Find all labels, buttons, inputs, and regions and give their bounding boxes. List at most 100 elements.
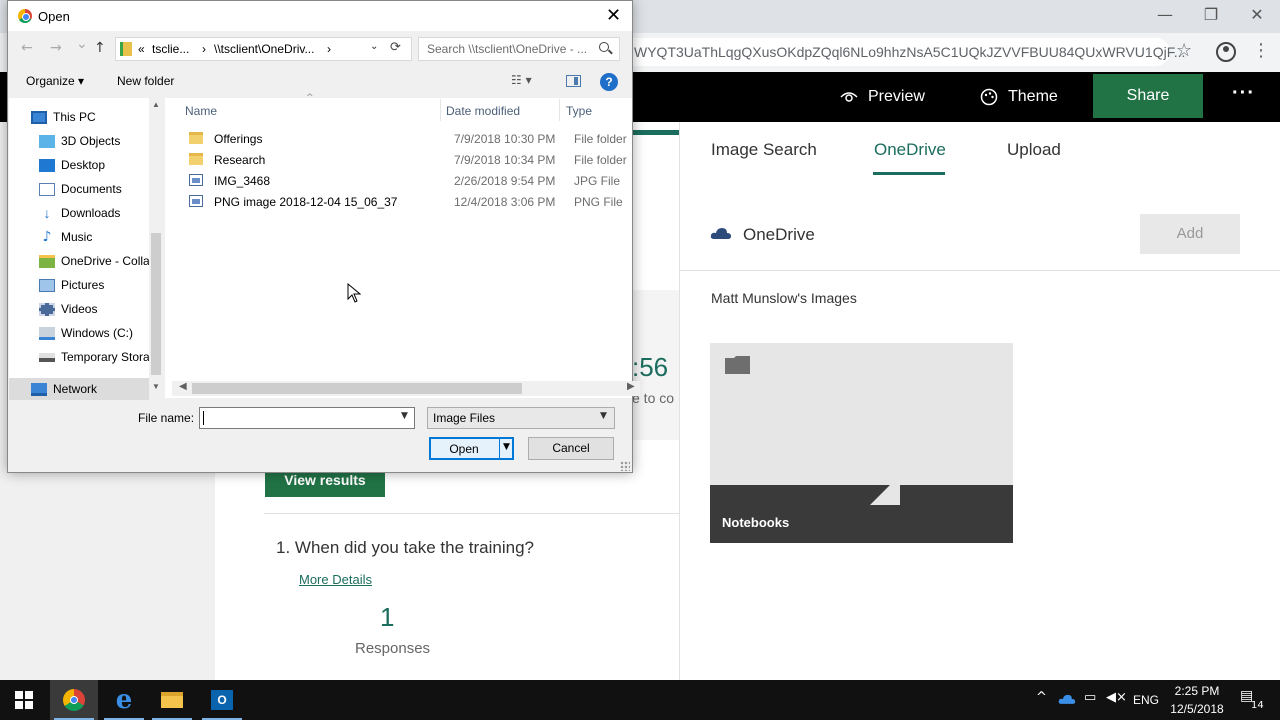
- preview-button[interactable]: Preview: [840, 88, 925, 106]
- clock-time[interactable]: 2:25 PM: [1162, 684, 1232, 698]
- resize-grip-icon[interactable]: [620, 461, 630, 471]
- profile-icon[interactable]: [1216, 42, 1236, 62]
- more-details-link[interactable]: More Details: [299, 572, 372, 587]
- minimize-icon[interactable]: —: [1150, 4, 1180, 26]
- chevron-down-icon[interactable]: ▼: [401, 411, 408, 421]
- chevron-down-icon[interactable]: ⌄: [370, 41, 378, 52]
- scroll-left-icon[interactable]: ◀: [179, 381, 187, 392]
- back-icon[interactable]: ←: [21, 40, 33, 56]
- volume-muted-icon[interactable]: ◀×: [1106, 690, 1127, 705]
- active-tab-underline: [873, 172, 945, 175]
- bookmark-star-icon[interactable]: ☆: [1176, 40, 1192, 61]
- text-cursor: [203, 411, 204, 425]
- theme-button[interactable]: Theme: [980, 88, 1058, 106]
- onedrive-source-label: OneDrive: [743, 225, 815, 244]
- music-note-icon: ♪: [42, 228, 52, 245]
- file-row[interactable]: Offerings 7/9/2018 10:30 PM File folder: [186, 129, 632, 150]
- file-type: JPG File: [574, 174, 621, 188]
- column-separator[interactable]: [559, 99, 560, 121]
- chevron-down-icon[interactable]: ▼: [503, 442, 510, 452]
- taskbar-edge[interactable]: e: [100, 680, 148, 720]
- cube-icon: [39, 134, 55, 148]
- images-heading: Matt Munslow's Images: [711, 290, 857, 306]
- start-button[interactable]: [0, 680, 48, 720]
- notebooks-folder-tile[interactable]: [710, 343, 1013, 543]
- column-separator[interactable]: [440, 99, 441, 121]
- nav-item-label: Videos: [61, 302, 98, 316]
- file-type-filter[interactable]: Image Files ▼: [427, 407, 615, 429]
- scroll-up-icon[interactable]: ▲: [152, 100, 160, 109]
- taskbar-outlook[interactable]: O: [198, 680, 246, 720]
- breadcrumb-separator[interactable]: ›: [327, 42, 331, 56]
- close-window-icon[interactable]: ✕: [1242, 4, 1272, 26]
- add-button[interactable]: Add: [1140, 214, 1240, 254]
- file-list-horizontal-scrollbar[interactable]: ◀ ▶: [172, 381, 640, 396]
- tab-upload[interactable]: Upload: [1007, 140, 1061, 160]
- taskbar-file-explorer[interactable]: [148, 680, 196, 720]
- taskbar-chrome[interactable]: [50, 680, 98, 720]
- close-icon[interactable]: ✕: [606, 5, 621, 26]
- column-header-name[interactable]: Name: [185, 104, 217, 118]
- file-date: 2/26/2018 9:54 PM: [454, 174, 556, 188]
- removable-drive-icon: [39, 352, 55, 362]
- tab-onedrive[interactable]: OneDrive: [874, 140, 946, 160]
- preview-pane-icon[interactable]: [566, 75, 581, 87]
- scroll-down-icon[interactable]: ▼: [152, 382, 160, 391]
- up-folder-icon[interactable]: ↑: [94, 40, 106, 56]
- responses-label: Responses: [355, 640, 431, 657]
- scrollbar-thumb[interactable]: [151, 233, 161, 375]
- split-divider: [499, 439, 500, 458]
- recent-locations-icon[interactable]: ⌄: [76, 36, 88, 52]
- file-type: File folder: [574, 132, 627, 146]
- breadcrumb-separator[interactable]: ›: [202, 42, 206, 56]
- chevron-up-icon[interactable]: ^: [1036, 690, 1047, 705]
- file-row[interactable]: PNG image 2018-12-04 15_06_37 12/4/2018 …: [186, 192, 632, 213]
- computer-icon: [31, 110, 47, 124]
- pictures-icon: [39, 278, 55, 292]
- file-name: IMG_3468: [214, 174, 271, 188]
- file-row[interactable]: Research 7/9/2018 10:34 PM File folder: [186, 150, 632, 171]
- file-date: 7/9/2018 10:34 PM: [454, 153, 556, 167]
- help-icon[interactable]: ?: [600, 73, 618, 91]
- column-header-date[interactable]: Date modified: [446, 104, 520, 118]
- cancel-button[interactable]: Cancel: [528, 437, 614, 460]
- clock-date[interactable]: 12/5/2018: [1162, 702, 1232, 716]
- notebooks-tile-label: Notebooks: [722, 515, 790, 530]
- forward-icon[interactable]: →: [50, 40, 62, 56]
- search-input[interactable]: Search \\tsclient\OneDrive - ...: [418, 37, 620, 61]
- breadcrumb-segment[interactable]: \\tsclient\OneDriv...: [214, 42, 314, 56]
- maximize-icon[interactable]: ❐: [1196, 4, 1226, 26]
- tab-image-search[interactable]: Image Search: [711, 140, 817, 160]
- file-name-input[interactable]: [199, 407, 415, 429]
- file-type: File folder: [574, 153, 627, 167]
- network-tray-icon[interactable]: ▭: [1084, 690, 1096, 705]
- new-folder-button[interactable]: New folder: [117, 74, 174, 88]
- onedrive-tray-icon[interactable]: [1058, 693, 1076, 705]
- breadcrumb-segment[interactable]: tsclie...: [152, 42, 189, 56]
- language-indicator[interactable]: ENG: [1133, 693, 1159, 707]
- refresh-icon[interactable]: ⟳: [390, 40, 401, 55]
- scrollbar-thumb[interactable]: [192, 383, 522, 394]
- browser-menu-icon[interactable]: ⋮: [1252, 40, 1270, 61]
- dialog-title: Open: [38, 9, 70, 24]
- breadcrumb-overflow[interactable]: «: [138, 42, 145, 56]
- open-button[interactable]: Open ▼: [429, 437, 514, 460]
- address-path-box[interactable]: « tsclie... › \\tsclient\OneDriv... › ⌄ …: [115, 37, 412, 61]
- share-button[interactable]: Share: [1093, 74, 1203, 118]
- eye-icon: [840, 92, 858, 102]
- url-text[interactable]: WYQT3UaThLqgQXusOKdpZQql6NLo9hhzNsA5C1UQ…: [634, 44, 1185, 60]
- desktop-icon: [39, 158, 55, 172]
- column-header-type[interactable]: Type: [566, 104, 592, 118]
- nav-item-label: Temporary Stora: [61, 350, 150, 364]
- file-row[interactable]: IMG_3468 2/26/2018 9:54 PM JPG File: [186, 171, 632, 192]
- file-date: 12/4/2018 3:06 PM: [454, 195, 556, 209]
- scroll-right-icon[interactable]: ▶: [627, 381, 635, 392]
- organize-button[interactable]: Organize ▾: [26, 74, 84, 88]
- search-icon[interactable]: [599, 42, 609, 52]
- folder-icon: [120, 42, 132, 56]
- nav-pane-scrollbar[interactable]: ▲ ▼: [149, 98, 163, 398]
- folder-icon: [725, 356, 750, 374]
- more-options-icon[interactable]: ···: [1232, 82, 1255, 105]
- change-view-button[interactable]: ☷ ▾: [511, 73, 532, 87]
- nav-item-label: Documents: [61, 182, 122, 196]
